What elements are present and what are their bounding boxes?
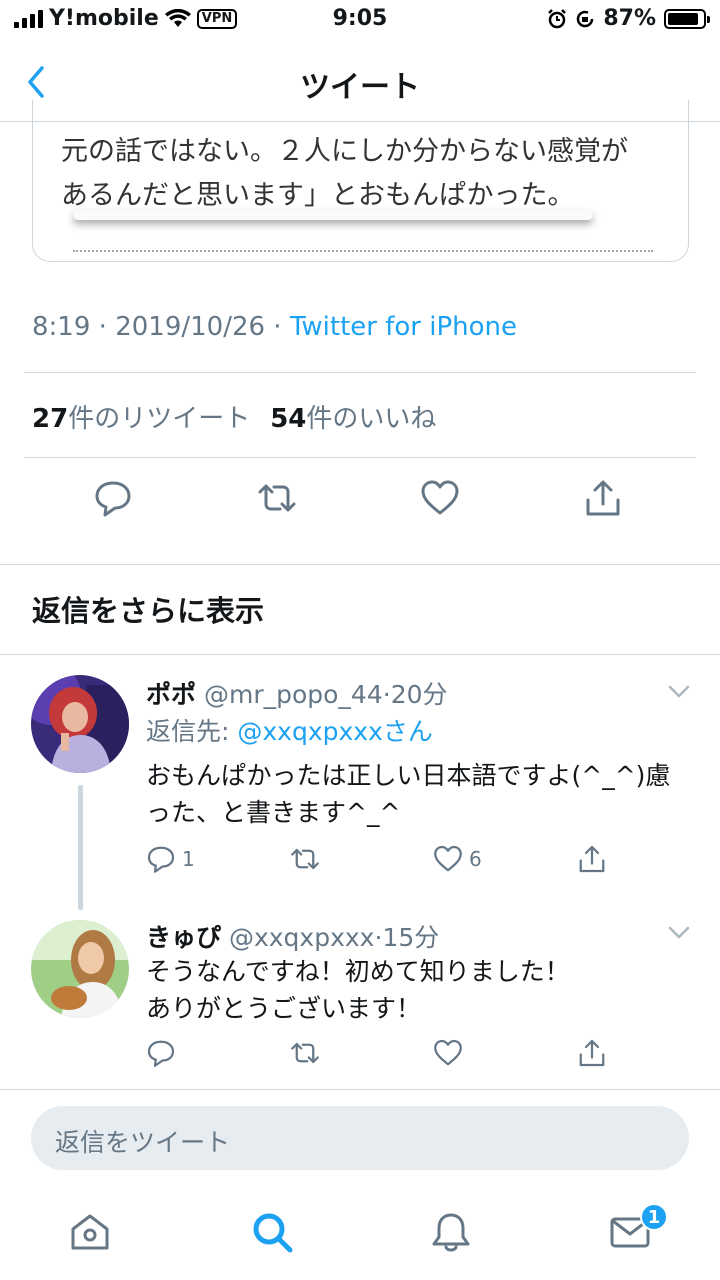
search-icon[interactable]	[250, 1210, 294, 1254]
reply-body: そうなんですね！初めて知りました！ ありがとうございます！	[146, 957, 570, 1023]
alarm-icon	[548, 8, 567, 28]
reply-tweet[interactable]: ポポ @mr_popo_44·20分 返信先: @xxqxpxxxさん おもんぱ…	[0, 655, 720, 910]
tweet-source-link[interactable]: Twitter for iPhone	[290, 312, 517, 342]
share-button[interactable]	[577, 844, 607, 874]
reply-button[interactable]	[146, 1038, 176, 1068]
tweet-time: 8:19	[32, 312, 91, 342]
reply-icon	[147, 1040, 175, 1067]
status-right: 87%	[547, 6, 710, 31]
reply-to: 返信先: @xxqxpxxxさん	[146, 717, 433, 746]
reply-count: 1	[182, 847, 195, 871]
status-bar: Y!mobile VPN 9:05 87%	[0, 0, 720, 40]
display-name[interactable]: ポポ	[146, 680, 196, 709]
quoted-card[interactable]: 元の話ではない。２人にしか分からない感覚が あるんだと思います」とおもんぱかった…	[32, 100, 689, 262]
tab-bar	[0, 1190, 720, 1280]
reply-to-handle[interactable]: @xxqxpxxxさん	[237, 717, 433, 746]
retweet-count[interactable]: 27件のリツイート	[32, 398, 250, 435]
quoted-cutoff-text	[73, 250, 653, 256]
user-handle[interactable]: @mr_popo_44	[204, 680, 383, 709]
share-icon	[579, 1039, 605, 1067]
like-icon[interactable]	[420, 478, 460, 518]
reply-tweet[interactable]: きゅぴ @xxqxpxxx·15分 そうなんですね！初めて知りました！ ありがと…	[0, 910, 720, 1088]
retweet-icon[interactable]	[257, 478, 297, 518]
reply-time: 15分	[382, 923, 440, 952]
divider	[24, 372, 696, 373]
reply-compose-field[interactable]: 返信をツイート	[31, 1106, 689, 1170]
battery-percent: 87%	[603, 6, 656, 31]
retweet-icon	[291, 1042, 319, 1064]
messages-badge: 1	[640, 1203, 668, 1231]
orientation-lock-icon	[577, 10, 594, 27]
reply-icon[interactable]	[93, 478, 133, 518]
reply-actions	[0, 1038, 720, 1072]
like-icon	[434, 1039, 462, 1066]
reply-header: ポポ @mr_popo_44·20分	[146, 680, 448, 709]
reply-actions: 1 6	[0, 844, 720, 878]
quoted-line: 元の話ではない。２人にしか分からない感覚が	[61, 136, 628, 167]
share-icon	[579, 845, 605, 873]
quoted-image-edge	[73, 210, 593, 220]
like-count[interactable]: 54件のいいね	[270, 398, 436, 435]
compose-placeholder: 返信をツイート	[55, 1128, 231, 1157]
divider	[0, 564, 720, 565]
like-count: 6	[469, 847, 482, 871]
retweet-button[interactable]	[290, 1038, 320, 1068]
chevron-down-icon[interactable]	[668, 685, 690, 699]
notifications-icon[interactable]	[429, 1210, 473, 1254]
divider	[0, 1089, 720, 1090]
user-handle[interactable]: @xxqxpxxx	[229, 923, 375, 952]
share-button[interactable]	[577, 1038, 607, 1068]
display-name[interactable]: きゅぴ	[146, 923, 221, 952]
reply-button[interactable]: 1	[146, 844, 195, 874]
reply-body: おもんぱかったは正しい日本語ですよ(^_^)慮 った、と書きます^_^	[146, 761, 671, 827]
reply-icon	[147, 846, 175, 873]
divider	[24, 457, 696, 458]
like-icon	[434, 845, 462, 872]
show-more-replies[interactable]: 返信をさらに表示	[32, 588, 264, 630]
tweet-meta: 8:19 · 2019/10/26 · Twitter for iPhone	[32, 312, 518, 342]
retweet-button[interactable]	[290, 844, 320, 874]
like-button[interactable]: 6	[433, 844, 482, 874]
battery-icon	[664, 8, 710, 29]
reply-time: 20分	[390, 680, 448, 709]
like-button[interactable]	[433, 1038, 463, 1068]
retweet-icon	[291, 848, 319, 870]
home-icon[interactable]	[68, 1210, 112, 1254]
engagement-counts: 27件のリツイート 54件のいいね	[32, 398, 436, 435]
share-icon[interactable]	[583, 478, 623, 518]
chevron-down-icon[interactable]	[668, 926, 690, 940]
avatar[interactable]	[31, 675, 129, 773]
quoted-text: 元の話ではない。２人にしか分からない感覚が あるんだと思います」とおもんぱかった…	[61, 130, 671, 218]
tweet-actions	[0, 478, 720, 522]
reply-header: きゅぴ @xxqxpxxx·15分	[146, 923, 440, 952]
tweet-date: 2019/10/26	[115, 312, 266, 342]
avatar[interactable]	[31, 920, 129, 1018]
